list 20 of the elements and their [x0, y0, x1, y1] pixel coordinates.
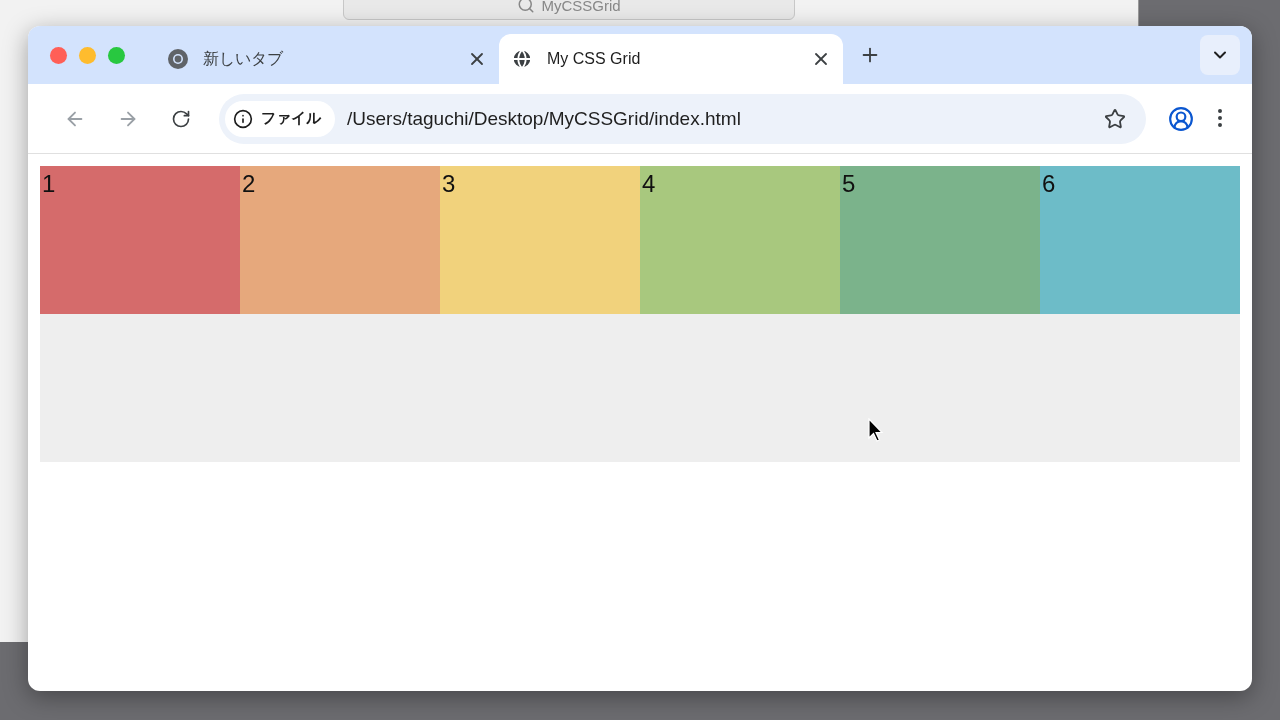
cell-number: 5 [842, 172, 856, 196]
browser-tab[interactable]: 新しいタブ [155, 34, 499, 84]
cell-number: 4 [642, 172, 656, 196]
address-bar[interactable]: ファイル /Users/taguchi/Desktop/MyCSSGrid/index.html [219, 93, 1146, 144]
globe-icon [511, 48, 533, 70]
bookmark-star-icon[interactable] [1104, 107, 1126, 130]
cell-number: 1 [42, 172, 56, 196]
info-icon [233, 108, 253, 129]
cell-number: 2 [242, 172, 256, 196]
browser-tab[interactable]: My CSS Grid [499, 34, 843, 84]
reload-icon [170, 108, 191, 129]
profile-icon[interactable] [1168, 105, 1194, 132]
browser-logo-icon [167, 48, 189, 70]
cell-number: 3 [442, 172, 456, 196]
search-icon [517, 0, 536, 14]
cursor-arrow-icon [868, 418, 884, 444]
url-text: /Users/taguchi/Desktop/MyCSSGrid/index.html [347, 107, 742, 130]
cell-number: 6 [1042, 172, 1056, 196]
site-info-chip[interactable]: ファイル [225, 100, 335, 137]
tab-search-button[interactable] [1200, 35, 1240, 75]
